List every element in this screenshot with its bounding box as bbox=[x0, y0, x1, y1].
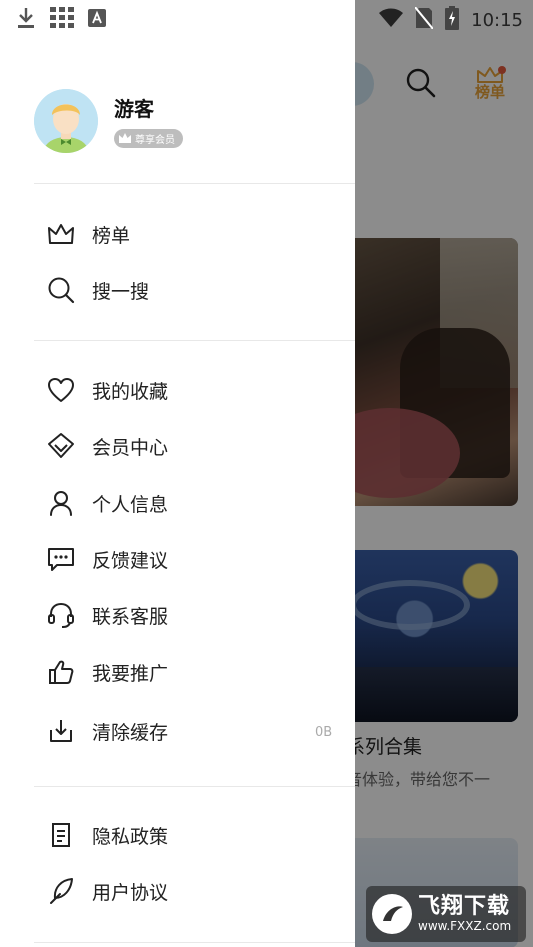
crown-icon bbox=[46, 219, 76, 249]
feather-icon bbox=[46, 876, 76, 906]
wifi-icon bbox=[379, 8, 404, 32]
menu-item-feedback[interactable]: 反馈建议 bbox=[46, 537, 346, 581]
menu-item-user-agreement[interactable]: 用户协议 bbox=[46, 869, 346, 913]
crown-icon bbox=[119, 133, 131, 143]
download-icon bbox=[16, 7, 36, 33]
divider bbox=[34, 942, 355, 943]
username: 游客 bbox=[114, 96, 154, 121]
menu-item-label: 用户协议 bbox=[92, 881, 169, 904]
menu-item-label: 榜单 bbox=[92, 224, 131, 247]
person-icon bbox=[46, 488, 76, 518]
menu-item-label: 会员中心 bbox=[92, 436, 169, 459]
profile-header[interactable]: 游客 尊享会员 bbox=[34, 88, 183, 154]
heart-icon bbox=[46, 375, 76, 405]
menu-item-label: 个人信息 bbox=[92, 493, 169, 516]
watermark-title: 飞翔下载 bbox=[418, 894, 511, 919]
grid-apps-icon bbox=[50, 7, 74, 33]
menu-item-customer-service[interactable]: 联系客服 bbox=[46, 593, 346, 637]
menu-item-label: 我要推广 bbox=[92, 662, 169, 685]
status-bar: 10:15 bbox=[0, 0, 533, 36]
menu-item-profile-info[interactable]: 个人信息 bbox=[46, 481, 346, 525]
menu-item-label: 联系客服 bbox=[92, 605, 169, 628]
avatar[interactable] bbox=[34, 89, 98, 153]
menu-item-promote[interactable]: 我要推广 bbox=[46, 650, 346, 694]
search-icon bbox=[46, 275, 76, 305]
document-icon bbox=[46, 820, 76, 850]
menu-item-label: 隐私政策 bbox=[92, 825, 169, 848]
watermark-url: www.FXXZ.com bbox=[418, 919, 512, 933]
font-a-icon bbox=[88, 9, 106, 31]
watermark-logo: 飞翔下载 www.FXXZ.com bbox=[366, 886, 526, 942]
status-time: 10:15 bbox=[471, 9, 523, 31]
divider bbox=[34, 340, 355, 341]
menu-item-label: 清除缓存 bbox=[92, 721, 169, 744]
menu-item-vip-center[interactable]: 会员中心 bbox=[46, 424, 346, 468]
cache-size-value: 0B bbox=[315, 725, 333, 740]
menu-item-favorites[interactable]: 我的收藏 bbox=[46, 368, 346, 412]
menu-item-label: 搜一搜 bbox=[92, 280, 150, 303]
menu-item-search[interactable]: 搜一搜 bbox=[46, 268, 346, 312]
menu-item-clear-cache[interactable]: 清除缓存 bbox=[46, 709, 346, 753]
diamond-icon bbox=[46, 431, 76, 461]
no-sim-icon bbox=[414, 6, 434, 33]
vip-badge-label: 尊享会员 bbox=[135, 134, 175, 146]
menu-item-rank[interactable]: 榜单 bbox=[46, 212, 346, 256]
menu-item-privacy-policy[interactable]: 隐私政策 bbox=[46, 813, 346, 857]
navigation-drawer: 游客 尊享会员 榜单 搜一搜 我的收藏 会员中心 个人信息 反馈建议 联系客服 … bbox=[0, 0, 355, 947]
watermark-icon bbox=[372, 894, 412, 934]
divider bbox=[34, 786, 355, 787]
thumbs-up-icon bbox=[46, 657, 76, 687]
vip-badge[interactable]: 尊享会员 bbox=[114, 128, 183, 148]
headset-icon bbox=[46, 600, 76, 630]
menu-item-label: 我的收藏 bbox=[92, 380, 169, 403]
download-tray-icon bbox=[46, 716, 76, 746]
battery-charging-icon bbox=[445, 6, 460, 34]
menu-item-label: 反馈建议 bbox=[92, 549, 169, 572]
chat-bubble-icon bbox=[46, 544, 76, 574]
divider bbox=[34, 183, 355, 184]
